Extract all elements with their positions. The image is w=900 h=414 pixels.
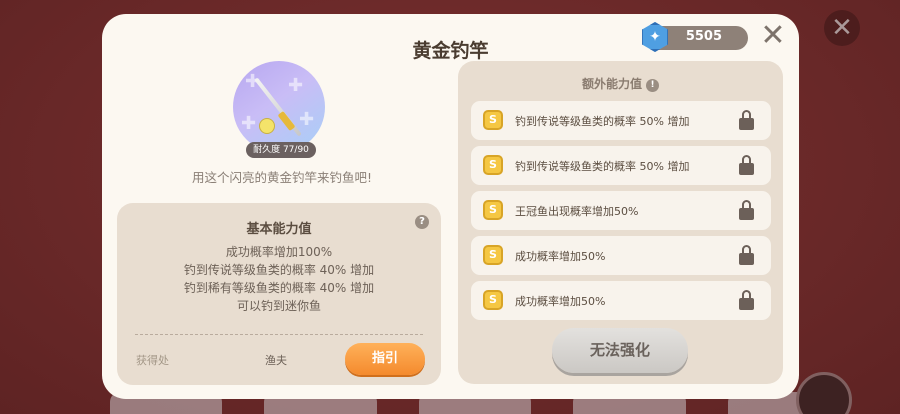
extra-stat-row: S 钓到传说等级鱼类的概率 50% 增加 — [471, 146, 771, 185]
basic-stats-list: 成功概率增加100% 钓到传说等级鱼类的概率 40% 增加 钓到稀有等级鱼类的概… — [117, 243, 441, 315]
lock-icon — [739, 200, 754, 220]
extra-stat-row: S 王冠鱼出现概率增加50% — [471, 191, 771, 230]
extra-stats-panel: 额外能力值! S 钓到传说等级鱼类的概率 50% 增加 S 钓到传说等级鱼类的概… — [458, 61, 783, 384]
item-description: 用这个闪亮的黄金钓竿来钓鱼吧! — [191, 170, 372, 185]
extra-stat-text: 钓到传说等级鱼类的概率 50% 增加 — [515, 160, 690, 173]
extra-stats-title: 额外能力值! — [458, 75, 783, 92]
s-grade-badge-icon: S — [483, 110, 503, 130]
basic-stat-line: 可以钓到迷你鱼 — [236, 299, 321, 313]
source-label: 获得处 — [136, 354, 169, 367]
extra-stat-text: 王冠鱼出现概率增加50% — [515, 205, 639, 218]
extra-stat-row: S 成功概率增加50% — [471, 236, 771, 275]
divider — [135, 334, 423, 335]
basic-stat-line: 钓到传说等级鱼类的概率 40% 增加 — [183, 263, 375, 277]
durability-badge: 耐久度 77/90 — [246, 142, 316, 158]
sparkle-icon: ✚ — [299, 109, 315, 130]
basic-stat-line: 成功概率增加100% — [225, 245, 333, 259]
lock-icon — [739, 110, 754, 130]
item-image: ✚ ✚ ✚ ✚ — [233, 61, 325, 153]
item-detail-modal: 黄金钓竿 ✦ 5505 ✕ ✚ ✚ ✚ ✚ 耐久度 77/90 用这个闪亮的黄金… — [102, 14, 799, 399]
extra-stats-list: S 钓到传说等级鱼类的概率 50% 增加 S 钓到传说等级鱼类的概率 50% 增… — [471, 101, 771, 326]
extra-stat-text: 钓到传说等级鱼类的概率 50% 增加 — [515, 115, 690, 128]
source-value: 渔夫 — [265, 354, 287, 367]
help-icon[interactable]: ? — [415, 215, 429, 229]
s-grade-badge-icon: S — [483, 155, 503, 175]
sparkle-icon: ✚ — [241, 113, 257, 134]
guide-button[interactable]: 指引 — [345, 343, 425, 375]
basic-stats-title: 基本能力值 — [246, 222, 312, 237]
s-grade-badge-icon: S — [483, 245, 503, 265]
extra-stat-text: 成功概率增加50% — [515, 295, 606, 308]
basic-stats-panel: 基本能力值 ? 成功概率增加100% 钓到传说等级鱼类的概率 40% 增加 钓到… — [117, 203, 441, 385]
gem-counter: ✦ 5505 — [642, 22, 748, 52]
lock-icon — [739, 290, 754, 310]
extra-stat-row: S 钓到传说等级鱼类的概率 50% 增加 — [471, 101, 771, 140]
lock-icon — [739, 155, 754, 175]
s-grade-badge-icon: S — [483, 200, 503, 220]
enhance-button[interactable]: 无法强化 — [552, 328, 688, 373]
rod-bobber — [259, 118, 275, 134]
extra-stat-row: S 成功概率增加50% — [471, 281, 771, 320]
background-close-icon: ✕ — [824, 10, 860, 46]
basic-stat-line: 钓到稀有等级鱼类的概率 40% 增加 — [183, 281, 375, 295]
lock-icon — [739, 245, 754, 265]
s-grade-badge-icon: S — [483, 290, 503, 310]
close-button[interactable]: ✕ — [758, 21, 788, 52]
sparkle-icon: ✚ — [288, 75, 304, 96]
extra-stats-title-text: 额外能力值 — [581, 77, 642, 91]
gem-count: 5505 — [685, 29, 722, 44]
extra-stat-text: 成功概率增加50% — [515, 250, 606, 263]
info-icon[interactable]: ! — [646, 79, 659, 92]
